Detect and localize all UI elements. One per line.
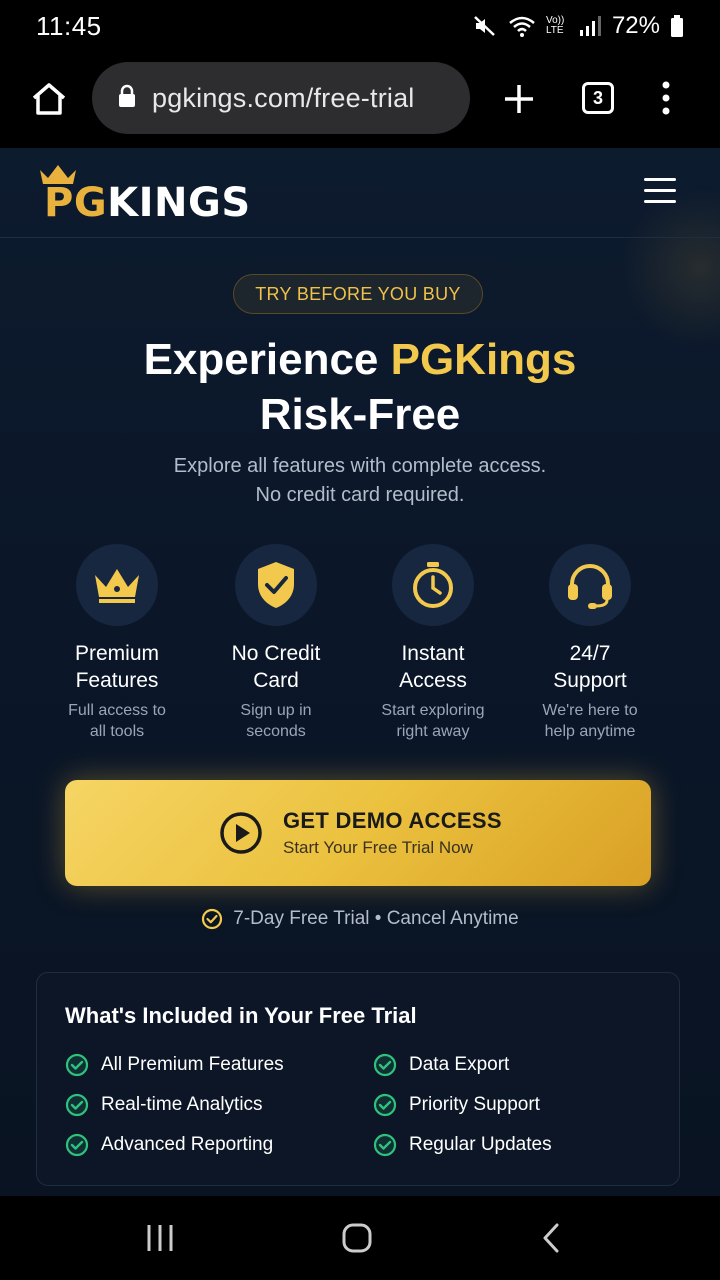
feature-desc-line1: We're here to [542, 702, 638, 719]
crown-icon [95, 569, 139, 603]
wifi-icon [508, 14, 536, 38]
list-item: Regular Updates [373, 1133, 552, 1157]
home-nav-button[interactable] [317, 1196, 397, 1280]
mute-icon [472, 14, 498, 38]
play-icon [220, 812, 262, 854]
address-bar[interactable]: pgkings.com/free-trial [92, 62, 470, 134]
hero-title-part1: Experience [143, 335, 391, 384]
more-menu-icon[interactable] [656, 80, 676, 116]
feature-title-line1: 24/7 [569, 642, 611, 665]
trial-note: 7-Day Free Trial • Cancel Anytime [0, 908, 720, 930]
hero-subtitle-line2: No credit card required. [255, 484, 465, 506]
check-circle-icon [202, 908, 223, 930]
list-item: All Premium Features [65, 1053, 284, 1077]
feature-instant-access: Instant Access Start exploring right awa… [355, 544, 511, 742]
web-page: PGKINGS TRY BEFORE YOU BUY Experience PG… [0, 148, 720, 1196]
feature-icon-circle [235, 544, 317, 626]
logo-kings: KINGS [107, 180, 251, 226]
site-header: PGKINGS [0, 148, 720, 238]
hero-title-part2: Risk-Free [259, 390, 461, 439]
feature-desc-line1: Sign up in [240, 702, 312, 719]
hero-title-accent: PGKings [390, 335, 577, 384]
feature-icon-circle [549, 544, 631, 626]
feature-desc-line2: right away [396, 723, 470, 740]
hero-title: Experience PGKings Risk-Free [0, 332, 720, 442]
feature-title-line2: Support [553, 669, 627, 692]
feature-title-line1: Premium [74, 642, 159, 665]
feature-title-line1: No Credit [231, 642, 321, 665]
feature-desc-line1: Start exploring [381, 702, 485, 719]
get-demo-access-button[interactable]: GET DEMO ACCESS Start Your Free Trial No… [65, 780, 651, 886]
cta-title: GET DEMO ACCESS [283, 808, 502, 833]
hero-subtitle: Explore all features with complete acces… [0, 452, 720, 510]
try-before-badge: TRY BEFORE YOU BUY [233, 274, 483, 314]
included-title: What's Included in Your Free Trial [65, 1003, 417, 1028]
green-check-icon [373, 1053, 397, 1077]
feature-title-line2: Features [75, 669, 159, 692]
status-time: 11:45 [36, 10, 102, 41]
list-item-label: Data Export [409, 1054, 510, 1075]
included-card: What's Included in Your Free Trial All P… [36, 972, 680, 1186]
shield-check-icon [258, 562, 294, 608]
green-check-icon [65, 1093, 89, 1117]
lock-icon [118, 84, 136, 113]
feature-icon-circle [76, 544, 158, 626]
feature-desc-line1: Full access to [68, 702, 166, 719]
recent-apps-button[interactable] [120, 1196, 200, 1280]
lte-label: Vo)) LTE [545, 15, 565, 36]
browser-toolbar: pgkings.com/free-trial 3 [0, 52, 720, 148]
feature-title-line1: Instant [401, 642, 465, 665]
list-item-label: Priority Support [409, 1094, 540, 1115]
logo-text: PGKINGS [44, 180, 251, 226]
list-item-label: Advanced Reporting [101, 1134, 274, 1155]
list-item-label: Real-time Analytics [101, 1094, 263, 1115]
battery-percent: 72% [611, 12, 660, 39]
feature-support: 24/7 Support We're here to help anytime [512, 544, 668, 742]
back-button[interactable] [511, 1196, 591, 1280]
hero-subtitle-line1: Explore all features with complete acces… [173, 455, 547, 477]
green-check-icon [65, 1133, 89, 1157]
cta-subtitle: Start Your Free Trial Now [283, 838, 473, 857]
new-tab-icon[interactable] [502, 82, 536, 116]
green-check-icon [65, 1053, 89, 1077]
feature-desc-line2: help anytime [544, 723, 636, 740]
tab-switcher-button[interactable]: 3 [582, 82, 614, 114]
list-item: Advanced Reporting [65, 1133, 273, 1157]
status-bar: 11:45 Vo)) LTE 72% [0, 0, 720, 52]
features-row: Premium Features Full access to all tool… [38, 544, 668, 744]
feature-desc-line2: all tools [89, 723, 145, 740]
url-text[interactable]: pgkings.com/free-trial [152, 83, 415, 114]
feature-desc-line2: seconds [246, 723, 306, 740]
battery-icon [670, 14, 684, 38]
feature-premium: Premium Features Full access to all tool… [39, 544, 195, 742]
trial-note-text: 7-Day Free Trial • Cancel Anytime [233, 908, 519, 929]
list-item: Data Export [373, 1053, 509, 1077]
signal-icon [578, 15, 602, 37]
tab-count: 3 [582, 82, 614, 114]
list-item-label: All Premium Features [101, 1054, 284, 1075]
feature-icon-circle [392, 544, 474, 626]
feature-title-line2: Access [399, 669, 467, 692]
site-logo[interactable]: PGKINGS [36, 162, 250, 232]
feature-title-line2: Card [253, 669, 299, 692]
system-nav-bar [0, 1196, 720, 1280]
list-item-label: Regular Updates [409, 1134, 552, 1155]
feature-no-credit-card: No Credit Card Sign up in seconds [198, 544, 354, 742]
recent-apps-icon [147, 1225, 173, 1251]
status-icons: Vo)) LTE 72% [472, 12, 684, 40]
home-icon[interactable] [30, 80, 68, 118]
stopwatch-icon [413, 562, 453, 608]
headset-icon [568, 564, 612, 609]
hamburger-menu-icon[interactable] [644, 178, 676, 204]
home-circle-icon [342, 1223, 372, 1253]
green-check-icon [373, 1093, 397, 1117]
logo-pg: PG [44, 180, 108, 226]
back-chevron-icon [543, 1223, 559, 1253]
list-item: Real-time Analytics [65, 1093, 263, 1117]
list-item: Priority Support [373, 1093, 540, 1117]
green-check-icon [373, 1133, 397, 1157]
